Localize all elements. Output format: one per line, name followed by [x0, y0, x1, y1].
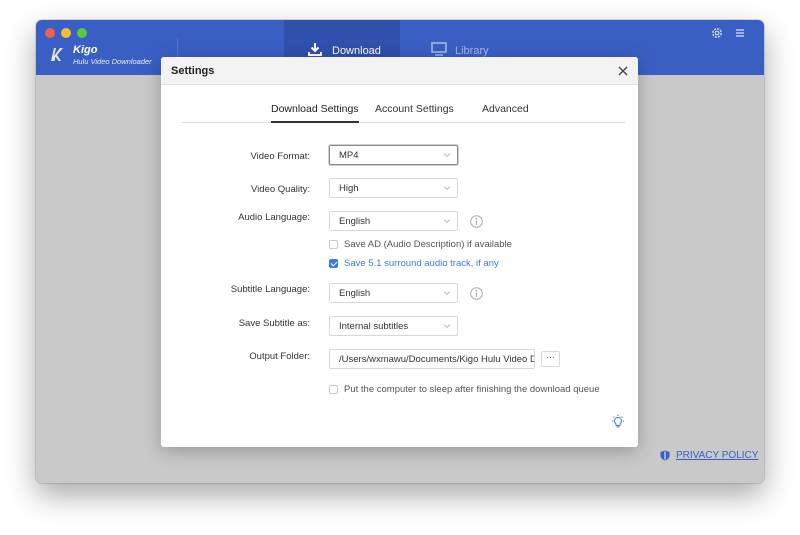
chevron-down-icon: [443, 186, 451, 191]
save-subtitle-as-value: Internal subtitles: [339, 321, 409, 332]
zoom-window-button[interactable]: [77, 28, 87, 38]
download-icon: [308, 43, 322, 56]
privacy-policy-label: PRIVACY POLICY: [676, 450, 759, 461]
video-quality-value: High: [339, 183, 359, 194]
save-51-option[interactable]: Save 5.1 surround audio track, if any: [329, 258, 499, 269]
dialog-titlebar: Settings: [161, 57, 638, 85]
close-icon[interactable]: [617, 65, 629, 77]
library-icon: [431, 42, 447, 56]
save-subtitle-as-select[interactable]: Internal subtitles: [329, 316, 458, 336]
minimize-window-button[interactable]: [61, 28, 71, 38]
audio-language-select[interactable]: English: [329, 211, 458, 231]
settings-tabs: Download Settings Account Settings Advan…: [181, 103, 625, 123]
tab-download-settings[interactable]: Download Settings: [271, 103, 359, 123]
save-51-label: Save 5.1 surround audio track, if any: [344, 258, 499, 269]
save-subtitle-as-label: Save Subtitle as:: [238, 318, 310, 329]
chevron-down-icon: [443, 153, 451, 158]
sleep-option[interactable]: Put the computer to sleep after finishin…: [329, 384, 600, 395]
subtitle-language-value: English: [339, 288, 371, 299]
brand-subtitle: Hulu Video Downloader: [73, 57, 152, 66]
nav-download-label: Download: [332, 45, 381, 57]
settings-dialog: Settings Download Settings Account Setti…: [161, 57, 638, 447]
save-ad-option[interactable]: Save AD (Audio Description) if available: [329, 239, 512, 250]
subtitle-language-select[interactable]: English: [329, 283, 458, 303]
save-ad-label: Save AD (Audio Description) if available: [344, 239, 512, 250]
sleep-label: Put the computer to sleep after finishin…: [344, 384, 600, 395]
gear-icon[interactable]: [710, 26, 724, 40]
video-format-select[interactable]: MP4: [329, 145, 458, 165]
audio-language-value: English: [339, 216, 371, 227]
audio-language-info-icon[interactable]: [470, 215, 483, 228]
video-format-label: Video Format:: [250, 151, 311, 162]
chevron-down-icon: [443, 291, 451, 296]
subtitle-language-info-icon[interactable]: [470, 287, 483, 300]
sleep-checkbox[interactable]: [329, 385, 338, 394]
tab-advanced[interactable]: Advanced: [482, 103, 529, 123]
audio-language-label: Audio Language:: [238, 212, 310, 223]
close-window-button[interactable]: [45, 28, 55, 38]
menu-icon[interactable]: [733, 26, 747, 40]
nav-library-label: Library: [455, 45, 489, 57]
video-quality-label: Video Quality:: [251, 184, 310, 195]
shield-icon: [660, 450, 670, 461]
chevron-down-icon: [443, 219, 451, 224]
video-quality-select[interactable]: High: [329, 178, 458, 198]
save-ad-checkbox[interactable]: [329, 240, 338, 249]
privacy-policy-link[interactable]: PRIVACY POLICY: [660, 450, 758, 461]
browse-folder-button[interactable]: ···: [541, 351, 560, 367]
kigo-logo-icon: [51, 48, 63, 61]
output-folder-label: Output Folder:: [249, 351, 310, 362]
brand-name: Kigo: [73, 44, 98, 56]
subtitle-language-label: Subtitle Language:: [230, 284, 310, 295]
save-51-checkbox[interactable]: [329, 259, 338, 268]
video-format-value: MP4: [339, 150, 359, 161]
tab-account-settings[interactable]: Account Settings: [375, 103, 454, 123]
dialog-title: Settings: [171, 65, 215, 77]
output-folder-input[interactable]: /Users/wxmawu/Documents/Kigo Hulu Video …: [329, 349, 535, 369]
lightbulb-icon[interactable]: [611, 414, 625, 430]
chevron-down-icon: [443, 324, 451, 329]
